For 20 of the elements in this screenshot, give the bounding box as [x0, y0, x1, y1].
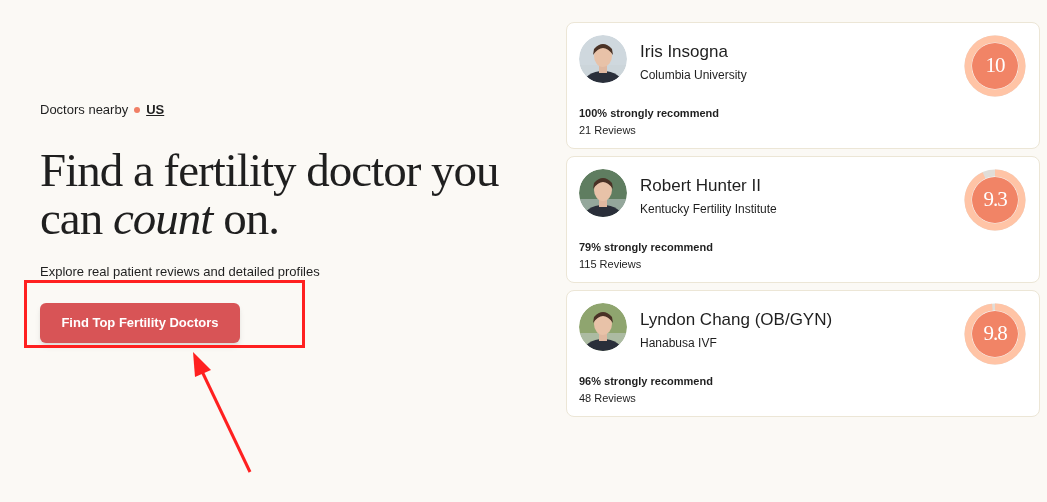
doctor-name: Iris Insogna [640, 41, 729, 63]
recommend-rate: 96% strongly recommend [579, 374, 714, 389]
location-label: Doctors nearby [40, 101, 129, 119]
review-count: 21 Reviews [579, 122, 637, 138]
review-count: 115 Reviews [579, 256, 643, 272]
headline: Find a fertility doctor you can count on. [40, 145, 500, 242]
find-doctors-button[interactable]: Find Top Fertility Doctors [40, 303, 240, 343]
doctor-name: Robert Hunter II [640, 175, 762, 197]
institution: Columbia University [640, 66, 747, 84]
institution: Hanabusa IVF [640, 334, 718, 352]
review-count: 48 Reviews [579, 390, 637, 406]
recommend-rate: 100% strongly recommend [579, 106, 720, 121]
recommend-rate: 79% strongly recommend [579, 240, 714, 255]
doctor-card[interactable]: Robert Hunter II Kentucky Fertility Institute 9.3 79% strongly recommend 115 Reviews [566, 156, 1040, 283]
location-link[interactable]: US [146, 100, 165, 120]
institution: Kentucky Fertility Institute [640, 200, 777, 218]
doctor-name: Lyndon Chang (OB/GYN) [640, 309, 833, 331]
doctor-card[interactable]: Lyndon Chang (OB/GYN) Hanabusa IVF 9.8 96% strongly recommend 48 Reviews [566, 290, 1040, 417]
doctor-card[interactable]: Iris Insogna Columbia University 10 100% strongly recommend 21 Reviews [566, 22, 1040, 149]
subtitle: Explore real patient reviews and detailed profiles [40, 262, 321, 281]
